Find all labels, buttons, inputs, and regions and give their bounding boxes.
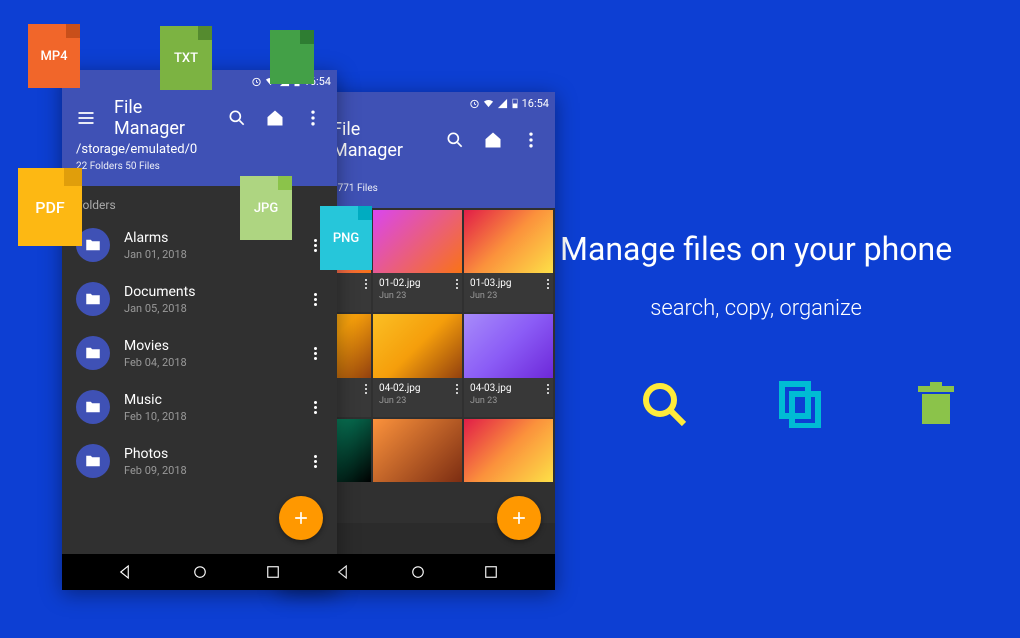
more-icon[interactable] bbox=[365, 384, 367, 394]
folder-item[interactable]: MoviesFeb 04, 2018 bbox=[62, 326, 337, 380]
phone-folders: 16:54 File Manager /storage/emulated/0 2… bbox=[62, 70, 337, 590]
back-icon[interactable] bbox=[117, 563, 135, 581]
copy-icon bbox=[776, 380, 824, 428]
action-icons-row bbox=[640, 380, 960, 428]
jpg-tag: JPG bbox=[240, 176, 292, 240]
more-icon[interactable] bbox=[456, 384, 458, 394]
path-text: /storage/emulated/0 bbox=[76, 142, 323, 157]
folder-item[interactable]: MusicFeb 10, 2018 bbox=[62, 380, 337, 434]
more-icon[interactable] bbox=[365, 279, 367, 289]
png-tag: PNG bbox=[320, 206, 372, 270]
fab-add[interactable] bbox=[279, 496, 323, 540]
menu-icon[interactable] bbox=[76, 108, 96, 128]
back-icon[interactable] bbox=[335, 563, 353, 581]
mp4-tag: MP4 bbox=[28, 24, 80, 88]
image-tile[interactable]: 01-02.jpgJun 23 bbox=[373, 210, 462, 312]
more-icon[interactable] bbox=[307, 293, 323, 306]
home-icon[interactable] bbox=[483, 130, 503, 150]
folder-icon bbox=[76, 336, 110, 370]
subline: search, copy, organize bbox=[560, 296, 952, 321]
battery-icon bbox=[511, 98, 519, 109]
image-tile[interactable]: 04-02.jpgJun 23 bbox=[373, 314, 462, 416]
android-nav bbox=[62, 554, 337, 590]
image-tile[interactable] bbox=[373, 419, 462, 521]
clock: 16:54 bbox=[522, 97, 549, 110]
image-tile[interactable]: 01-03.jpgJun 23 bbox=[464, 210, 553, 312]
image-tile[interactable]: 04-03.jpgJun 23 bbox=[464, 314, 553, 416]
app-title: File Manager bbox=[332, 119, 427, 161]
xls-tag bbox=[270, 30, 314, 84]
alarm-icon bbox=[251, 76, 262, 87]
folder-item[interactable]: PhotosFeb 09, 2018 bbox=[62, 434, 337, 488]
recents-icon[interactable] bbox=[482, 563, 500, 581]
more-icon[interactable] bbox=[307, 455, 323, 468]
counts-text: 22 Folders 50 Files bbox=[76, 161, 323, 172]
folder-icon bbox=[76, 444, 110, 478]
home-nav-icon[interactable] bbox=[409, 563, 427, 581]
folder-list: Folders AlarmsJan 01, 2018 DocumentsJan … bbox=[62, 186, 337, 590]
search-icon bbox=[640, 380, 688, 428]
overflow-icon[interactable] bbox=[521, 130, 541, 150]
more-icon[interactable] bbox=[307, 401, 323, 414]
search-icon[interactable] bbox=[227, 108, 247, 128]
alarm-icon bbox=[469, 98, 480, 109]
home-nav-icon[interactable] bbox=[191, 563, 209, 581]
fab-add[interactable] bbox=[497, 496, 541, 540]
folder-item[interactable]: AlarmsJan 01, 2018 bbox=[62, 218, 337, 272]
pdf-tag: PDF bbox=[18, 168, 82, 246]
wifi-icon bbox=[483, 98, 494, 109]
more-icon[interactable] bbox=[307, 347, 323, 360]
recents-icon[interactable] bbox=[264, 563, 282, 581]
folder-icon bbox=[76, 282, 110, 316]
txt-tag: TXT bbox=[160, 26, 212, 90]
more-icon[interactable] bbox=[547, 384, 549, 394]
home-icon[interactable] bbox=[265, 108, 285, 128]
app-title: File Manager bbox=[114, 97, 209, 139]
search-icon[interactable] bbox=[445, 130, 465, 150]
headline: Manage files on your phone bbox=[560, 230, 952, 268]
overflow-icon[interactable] bbox=[303, 108, 323, 128]
folder-item[interactable]: DocumentsJan 05, 2018 bbox=[62, 272, 337, 326]
more-icon[interactable] bbox=[456, 279, 458, 289]
marketing-copy: Manage files on your phone search, copy,… bbox=[560, 230, 952, 321]
trash-icon bbox=[912, 380, 960, 428]
app-bar: File Manager /storage/emulated/0 22 Fold… bbox=[62, 92, 337, 186]
folder-icon bbox=[76, 390, 110, 424]
more-icon[interactable] bbox=[547, 279, 549, 289]
section-header: Folders bbox=[62, 186, 337, 218]
signal-icon bbox=[497, 98, 508, 109]
